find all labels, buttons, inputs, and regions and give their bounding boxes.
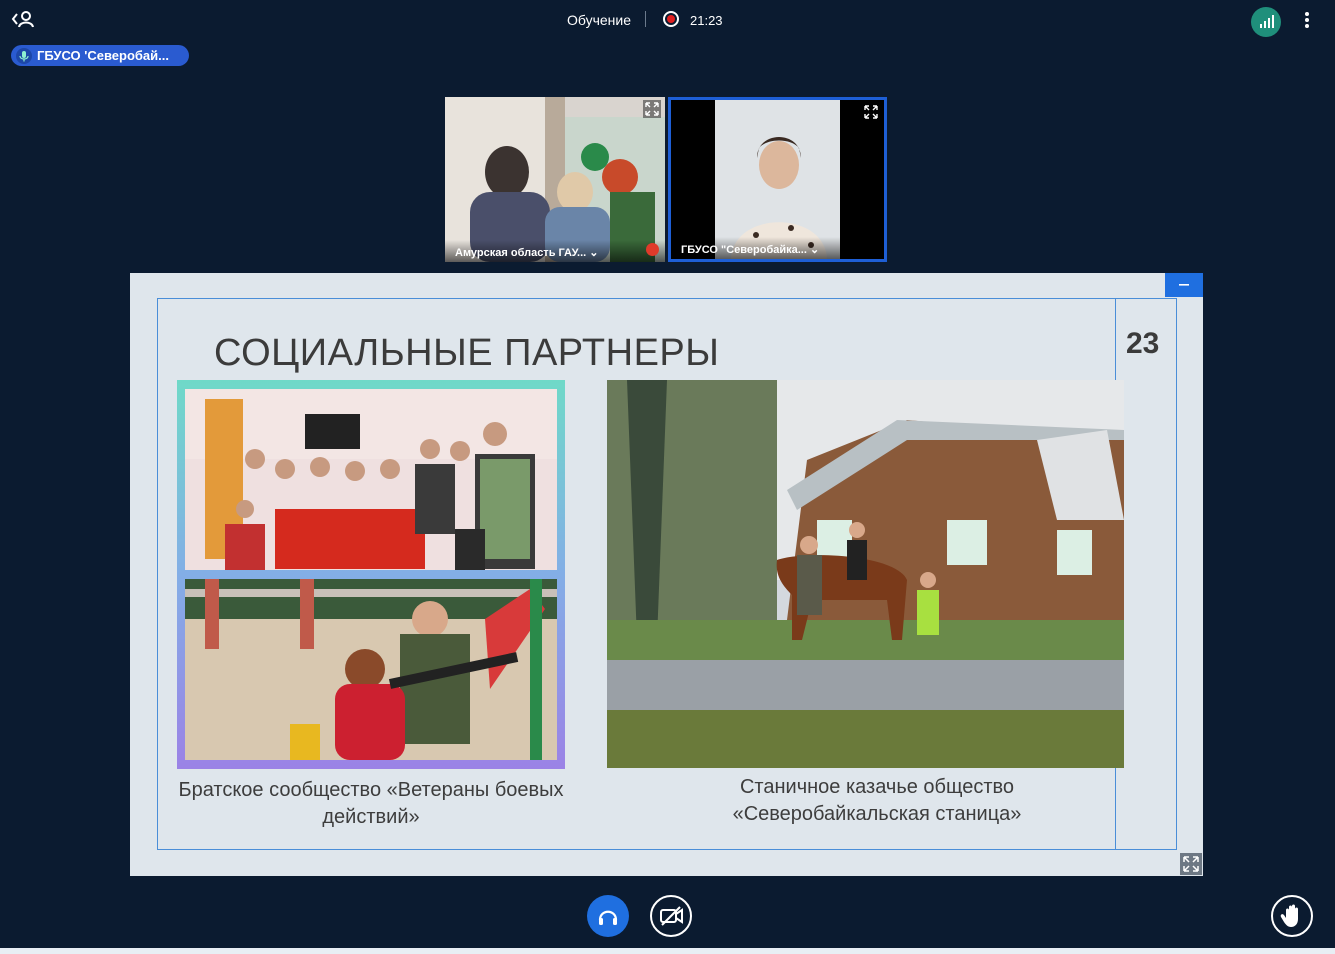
more-vertical-icon [1305,12,1309,28]
connection-quality-button[interactable] [1251,7,1281,37]
recording-time: 21:23 [690,13,723,28]
video-toggle-button[interactable] [650,895,692,937]
muted-mic-icon [646,243,659,256]
header-separator [645,11,646,27]
signal-icon [1260,15,1274,28]
presentation-slide: СОЦИАЛЬНЫЕ ПАРТНЕРЫ 23 Братское сообщест… [130,273,1203,876]
headphones-icon [598,910,618,925]
horse-photo [607,380,1124,768]
participant-video [445,97,665,262]
record-icon [663,11,679,27]
back-user-icon [11,11,34,28]
participant-tile-active[interactable]: ГБУСО "Северобайка... ⌄ [668,97,887,262]
active-speaker-badge: ГБУСО 'Северобай... [11,45,189,66]
meeting-title: Обучение [567,12,632,28]
active-speaker-name: ГБУСО 'Северобай... [37,48,169,63]
audio-button[interactable] [587,895,629,937]
expand-slide-button[interactable] [1180,853,1202,875]
expand-tile-button[interactable] [862,103,880,121]
caption-right: Станичное казачье общество «Северобайкал… [732,776,1022,825]
slide-number: 23 [1126,327,1160,360]
slide-title: СОЦИАЛЬНЫЕ ПАРТНЕРЫ [214,332,720,374]
group-photo [185,389,557,570]
minimize-slide-button[interactable] [1165,273,1203,297]
left-photo-frame [177,380,565,769]
participant-video [671,100,884,259]
expand-icon [643,100,661,118]
expand-icon [1183,856,1199,872]
shooting-photo [185,579,557,760]
back-user-button[interactable] [10,8,36,32]
raise-hand-button[interactable] [1271,895,1313,937]
participant-tile[interactable]: Амурская область ГАУ... ⌄ [445,97,665,262]
participant-label: ГБУСО "Северобайка... ⌄ [671,237,884,259]
minimize-icon [1179,284,1189,286]
expand-tile-button[interactable] [643,100,661,118]
participant-label: Амурская область ГАУ... ⌄ [445,240,665,262]
bottom-strip [0,948,1335,954]
header: Обучение 21:23 [0,10,1335,30]
raise-hand-icon [1280,904,1298,927]
expand-icon [864,105,878,119]
mic-icon [16,47,32,64]
more-menu-button[interactable] [1298,8,1316,34]
caption-left: Братское сообщество «Ветераны боевых дей… [178,779,564,828]
video-off-icon [660,906,683,926]
